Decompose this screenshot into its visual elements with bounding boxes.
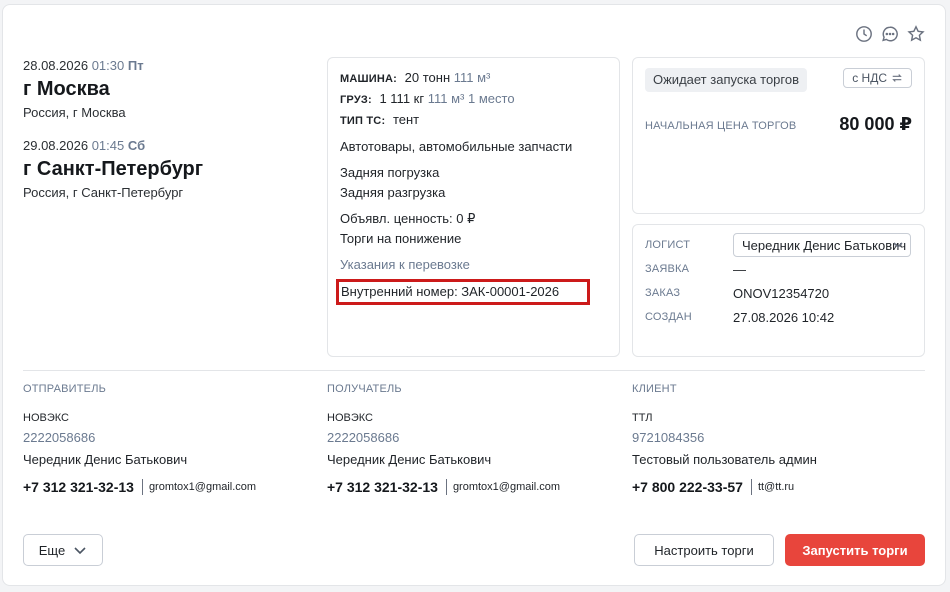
internal-number: Внутренний номер: ЗАК-00001-2026 <box>336 279 590 305</box>
order-value: ONOV12354720 <box>733 285 830 301</box>
status-badge: Ожидает запуска торгов <box>645 68 808 92</box>
ts-type-line: ТИП ТС: тент <box>340 110 607 131</box>
comment-icon[interactable] <box>881 25 899 43</box>
trade-type: Торги на понижение <box>340 231 462 246</box>
setup-trade-button[interactable]: Настроить торги <box>634 534 774 566</box>
start-trade-button[interactable]: Запустить торги <box>785 534 925 566</box>
created-label: СОЗДАН <box>645 311 692 323</box>
logist-value: Чередник Денис Батькович <box>742 237 907 253</box>
instructions-link[interactable]: Указания к перевозке <box>340 255 607 275</box>
cargo-panel: МАШИНА: 20 тонн 111 м³ ГРУЗ: 1 111 кг 11… <box>327 57 620 357</box>
origin-city: г Москва <box>23 78 110 100</box>
client-party: КЛИЕНТ ТТЛ 9721084356 Тестовый пользоват… <box>632 381 922 495</box>
vehicle-weight: 20 тонн <box>404 70 451 85</box>
vehicle-volume: 111 м³ <box>453 70 491 85</box>
separator <box>445 479 447 495</box>
sender-party: ОТПРАВИТЕЛЬ НОВЭКС 2222058686 Чередник Д… <box>23 381 313 495</box>
order-meta-panel: ЛОГИСТ Чередник Денис Батькович ЗАЯВКА —… <box>632 224 925 357</box>
cargo-volume: 111 м³ <box>427 91 465 106</box>
nds-label: с НДС <box>852 71 887 85</box>
trade-panel: Ожидает запуска торгов с НДС НАЧАЛЬНАЯ Ц… <box>632 57 925 214</box>
client-person: Тестовый пользователь админ <box>632 452 817 467</box>
vehicle-line: МАШИНА: 20 тонн 111 м³ <box>340 68 607 89</box>
star-icon[interactable] <box>907 25 925 43</box>
chevron-down-icon <box>74 547 86 555</box>
request-row: ЗАЯВКА — <box>645 257 912 281</box>
sender-inn: 2222058686 <box>23 430 96 445</box>
logist-select[interactable]: Чередник Денис Батькович <box>733 233 911 257</box>
client-title: КЛИЕНТ <box>632 383 677 395</box>
cargo-places: 1 место <box>468 91 515 106</box>
loading: Задняя погрузка <box>340 165 440 180</box>
cargo-label: ГРУЗ: <box>340 94 372 106</box>
unloading: Задняя разгрузка <box>340 185 446 200</box>
request-value: — <box>733 261 746 277</box>
receiver-party: ПОЛУЧАТЕЛЬ НОВЭКС 2222058686 Чередник Де… <box>327 381 617 495</box>
chevron-down-icon <box>892 239 904 251</box>
origin-date: 28.08.2026 <box>23 58 89 73</box>
origin-weekday: Пт <box>127 58 144 73</box>
separator <box>141 479 143 495</box>
divider <box>23 370 925 371</box>
sender-company: НОВЭКС <box>23 412 69 424</box>
logist-label: ЛОГИСТ <box>645 239 691 251</box>
order-row: ЗАКАЗ ONOV12354720 <box>645 281 912 305</box>
sender-email[interactable]: gromtox1@gmail.com <box>149 481 256 493</box>
destination-stop: 29.08.2026 01:45 Сб г Санкт-Петербург Ро… <box>23 137 313 203</box>
start-price-label: НАЧАЛЬНАЯ ЦЕНА ТОРГОВ <box>645 120 797 132</box>
destination-time: 01:45 <box>91 138 125 153</box>
nds-toggle-button[interactable]: с НДС <box>843 68 912 88</box>
ts-type-label: ТИП ТС: <box>340 115 386 127</box>
receiver-phone[interactable]: +7 312 321-32-13 <box>327 479 438 495</box>
origin-stop: 28.08.2026 01:30 Пт г Москва Россия, г М… <box>23 57 313 123</box>
start-price: 80 000 ₽ <box>839 114 912 134</box>
sender-phone[interactable]: +7 312 321-32-13 <box>23 479 134 495</box>
request-label: ЗАЯВКА <box>645 263 690 275</box>
declared-value: Объявл. ценность: 0 ₽ <box>340 211 476 226</box>
logist-row: ЛОГИСТ Чередник Денис Батькович <box>645 233 912 257</box>
receiver-email[interactable]: gromtox1@gmail.com <box>453 481 560 493</box>
client-phone[interactable]: +7 800 222-33-57 <box>632 479 743 495</box>
created-value: 27.08.2026 10:42 <box>733 309 835 325</box>
swap-icon <box>892 74 902 82</box>
cargo-weight: 1 111 кг <box>379 91 425 106</box>
destination-address: Россия, г Санкт-Петербург <box>23 185 184 200</box>
sender-person: Чередник Денис Батькович <box>23 452 188 467</box>
destination-weekday: Сб <box>127 138 146 153</box>
origin-address: Россия, г Москва <box>23 105 126 120</box>
order-card: 28.08.2026 01:30 Пт г Москва Россия, г М… <box>2 4 946 586</box>
client-email[interactable]: tt@tt.ru <box>758 481 794 493</box>
receiver-person: Чередник Денис Батькович <box>327 452 492 467</box>
cargo-line: ГРУЗ: 1 111 кг 111 м³ 1 место <box>340 89 607 110</box>
clock-icon[interactable] <box>855 25 873 43</box>
more-label: Еще <box>38 542 66 558</box>
sender-title: ОТПРАВИТЕЛЬ <box>23 383 107 395</box>
receiver-title: ПОЛУЧАТЕЛЬ <box>327 383 402 395</box>
order-label: ЗАКАЗ <box>645 287 681 299</box>
header-actions <box>855 25 925 43</box>
route: 28.08.2026 01:30 Пт г Москва Россия, г М… <box>23 57 313 217</box>
more-button[interactable]: Еще <box>23 534 103 566</box>
vehicle-label: МАШИНА: <box>340 73 398 85</box>
receiver-inn: 2222058686 <box>327 430 400 445</box>
goods: Автотовары, автомобильные запчасти <box>340 139 573 154</box>
receiver-company: НОВЭКС <box>327 412 373 424</box>
destination-date: 29.08.2026 <box>23 138 89 153</box>
client-company: ТТЛ <box>632 412 653 424</box>
client-inn: 9721084356 <box>632 430 705 445</box>
origin-time: 01:30 <box>91 58 125 73</box>
separator <box>750 479 752 495</box>
destination-city: г Санкт-Петербург <box>23 158 204 180</box>
created-row: СОЗДАН 27.08.2026 10:42 <box>645 305 912 329</box>
ts-type: тент <box>392 112 420 127</box>
